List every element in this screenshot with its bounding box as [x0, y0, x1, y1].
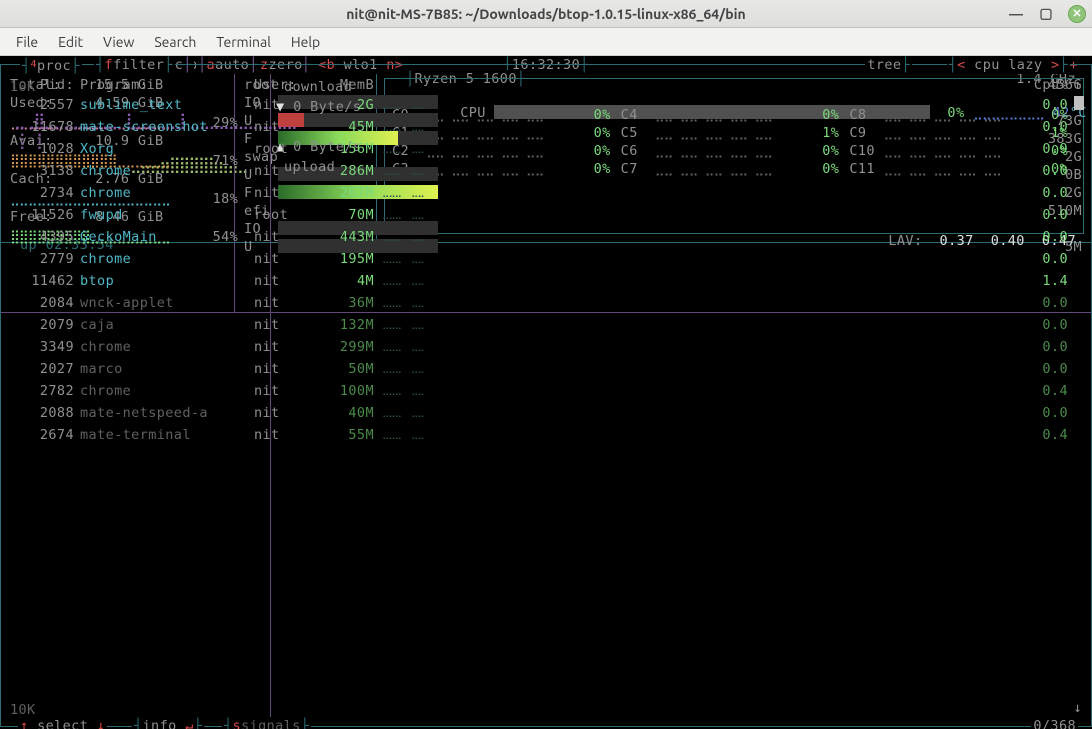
proc-row[interactable]: 3349chromenit299M⣀⣀⣀ ⣀⣀0.0 [12, 338, 1082, 356]
proc-row[interactable]: 2674mate-terminalnit55M⣀⣀⣀ ⣀⣀0.4 [12, 426, 1082, 444]
menubar: File Edit View Search Terminal Help [0, 28, 1092, 56]
proc-row[interactable]: 11678mate-screenshotnit45M⣀⣀⣀ ⣀⣀0.0 [12, 118, 1082, 136]
proc-row[interactable]: 2734chromenit267M⣀⣀⣀ ⣀⣀0.0 [12, 184, 1082, 202]
menu-edit[interactable]: Edit [48, 30, 93, 54]
terminal-content[interactable]: ┤1cpu├ ┤mmenu├ ┤ppreset * ┤16:32:30├ - 2… [0, 56, 1092, 729]
proc-footer-select[interactable]: ↑ select ↓ [18, 717, 107, 729]
scrollbar-thumb[interactable] [1074, 96, 1084, 110]
menu-search[interactable]: Search [144, 30, 206, 54]
terminal-window: nit@nit-MS-7B85: ~/Downloads/btop-1.0.15… [0, 0, 1092, 729]
net-zero[interactable]: zzero [258, 56, 305, 74]
menu-file[interactable]: File [6, 30, 48, 54]
menu-terminal[interactable]: Terminal [206, 30, 281, 54]
proc-footer-signals[interactable]: ┤ssignals├ [222, 717, 311, 729]
titlebar[interactable]: nit@nit-MS-7B85: ~/Downloads/btop-1.0.15… [0, 0, 1092, 28]
maximize-icon[interactable]: ▢ [1038, 6, 1054, 22]
proc-row[interactable]: 3138chromenit286M⣀⣀⣀ ⣀⣀0.0 [12, 162, 1082, 180]
menu-view[interactable]: View [93, 30, 144, 54]
proc-row[interactable]: 2782chromenit100M⣀⣀⣀ ⣀⣀0.4 [12, 382, 1082, 400]
net-panel: ┤3net├ ┤ssync├ ┤aauto├ zzero <b wlo1 n> … [6, 510, 486, 666]
proc-row[interactable]: 2027marconit50M⣀⣀⣀ ⣀⣀0.0 [12, 360, 1082, 378]
proc-row[interactable]: 2557sublime_textnit2G⣀⣀⣀ ⣀⣀0.0 [12, 96, 1082, 114]
window-title: nit@nit-MS-7B85: ~/Downloads/btop-1.0.15… [346, 6, 746, 22]
net-auto[interactable]: ┤aauto├ [196, 56, 260, 74]
proc-row[interactable]: 2084wnck-appletnit36M⣀⣀⣀ ⣀⣀0.0 [12, 294, 1082, 312]
proc-row[interactable]: 1028Xorgroot156M⣀⣀⣀ ⣀⣀0.9 [12, 140, 1082, 158]
menu-help[interactable]: Help [281, 30, 330, 54]
proc-header: Pid: Program: User: MemB Cpu% ↑ [12, 76, 1082, 94]
proc-row[interactable]: 11526fwupdroot70M⣀⣀⣀ ⣀⣀0.0 [12, 206, 1082, 224]
proc-sort[interactable]: ┤< cpu lazy >├ [947, 56, 1070, 74]
proc-footer-info[interactable]: ┤info ↵├ [132, 717, 204, 729]
proc-footer-count: 0/368 [1031, 717, 1078, 729]
proc-row[interactable]: 2779chromenit195M⣀⣀⣀ ⣀⣀0.0 [12, 250, 1082, 268]
scroll-down-icon[interactable]: ↓ [1073, 699, 1082, 717]
proc-row[interactable]: 2079cajanit132M⣀⣀⣀ ⣀⣀0.0 [12, 316, 1082, 334]
proc-row[interactable]: 2088mate-netspeed-anit40M⣀⣀⣀ ⣀⣀0.0 [12, 404, 1082, 422]
net-iface[interactable]: <b wlo1 n> [316, 56, 405, 74]
window-controls: — ▢ ✕ [1008, 5, 1086, 23]
proc-tree[interactable]: tree├ [865, 56, 912, 74]
proc-filter[interactable]: ┤ffilter├ [94, 56, 175, 74]
close-icon[interactable]: ✕ [1068, 5, 1086, 23]
proc-tab[interactable]: ┤4proc├ [20, 56, 82, 75]
proc-row[interactable]: 4395GeckoMainnit443M⣀⣀⣀ ⣀⣀0.0 [12, 228, 1082, 246]
minimize-icon[interactable]: — [1008, 6, 1024, 22]
proc-row[interactable]: 11462btopnit4M⣀⣀⣀ ⣀⣀1.4 [12, 272, 1082, 290]
